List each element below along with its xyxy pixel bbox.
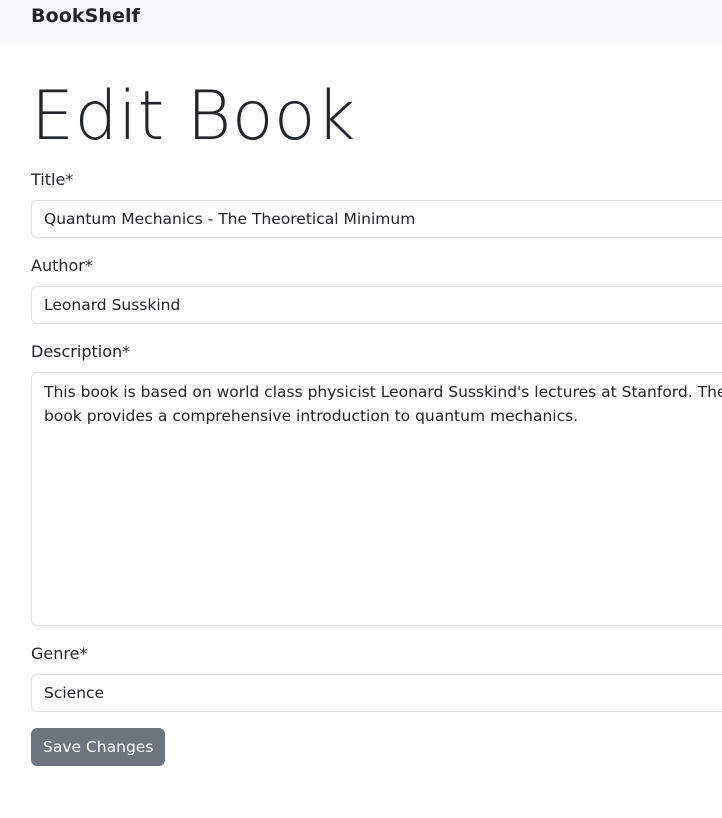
top-navbar: BookShelf [0, 0, 722, 44]
brand-link[interactable]: BookShelf [31, 5, 140, 27]
description-label: Description* [31, 342, 131, 361]
genre-label: Genre* [31, 644, 88, 663]
author-label: Author* [31, 256, 93, 275]
title-input[interactable] [31, 200, 722, 238]
title-label: Title* [31, 170, 74, 189]
description-textarea[interactable]: This book is based on world class physic… [31, 372, 722, 626]
save-changes-button[interactable]: Save Changes [31, 728, 166, 766]
genre-input[interactable] [31, 674, 722, 712]
author-input[interactable] [31, 286, 722, 324]
page-title: Edit Book [31, 77, 356, 156]
